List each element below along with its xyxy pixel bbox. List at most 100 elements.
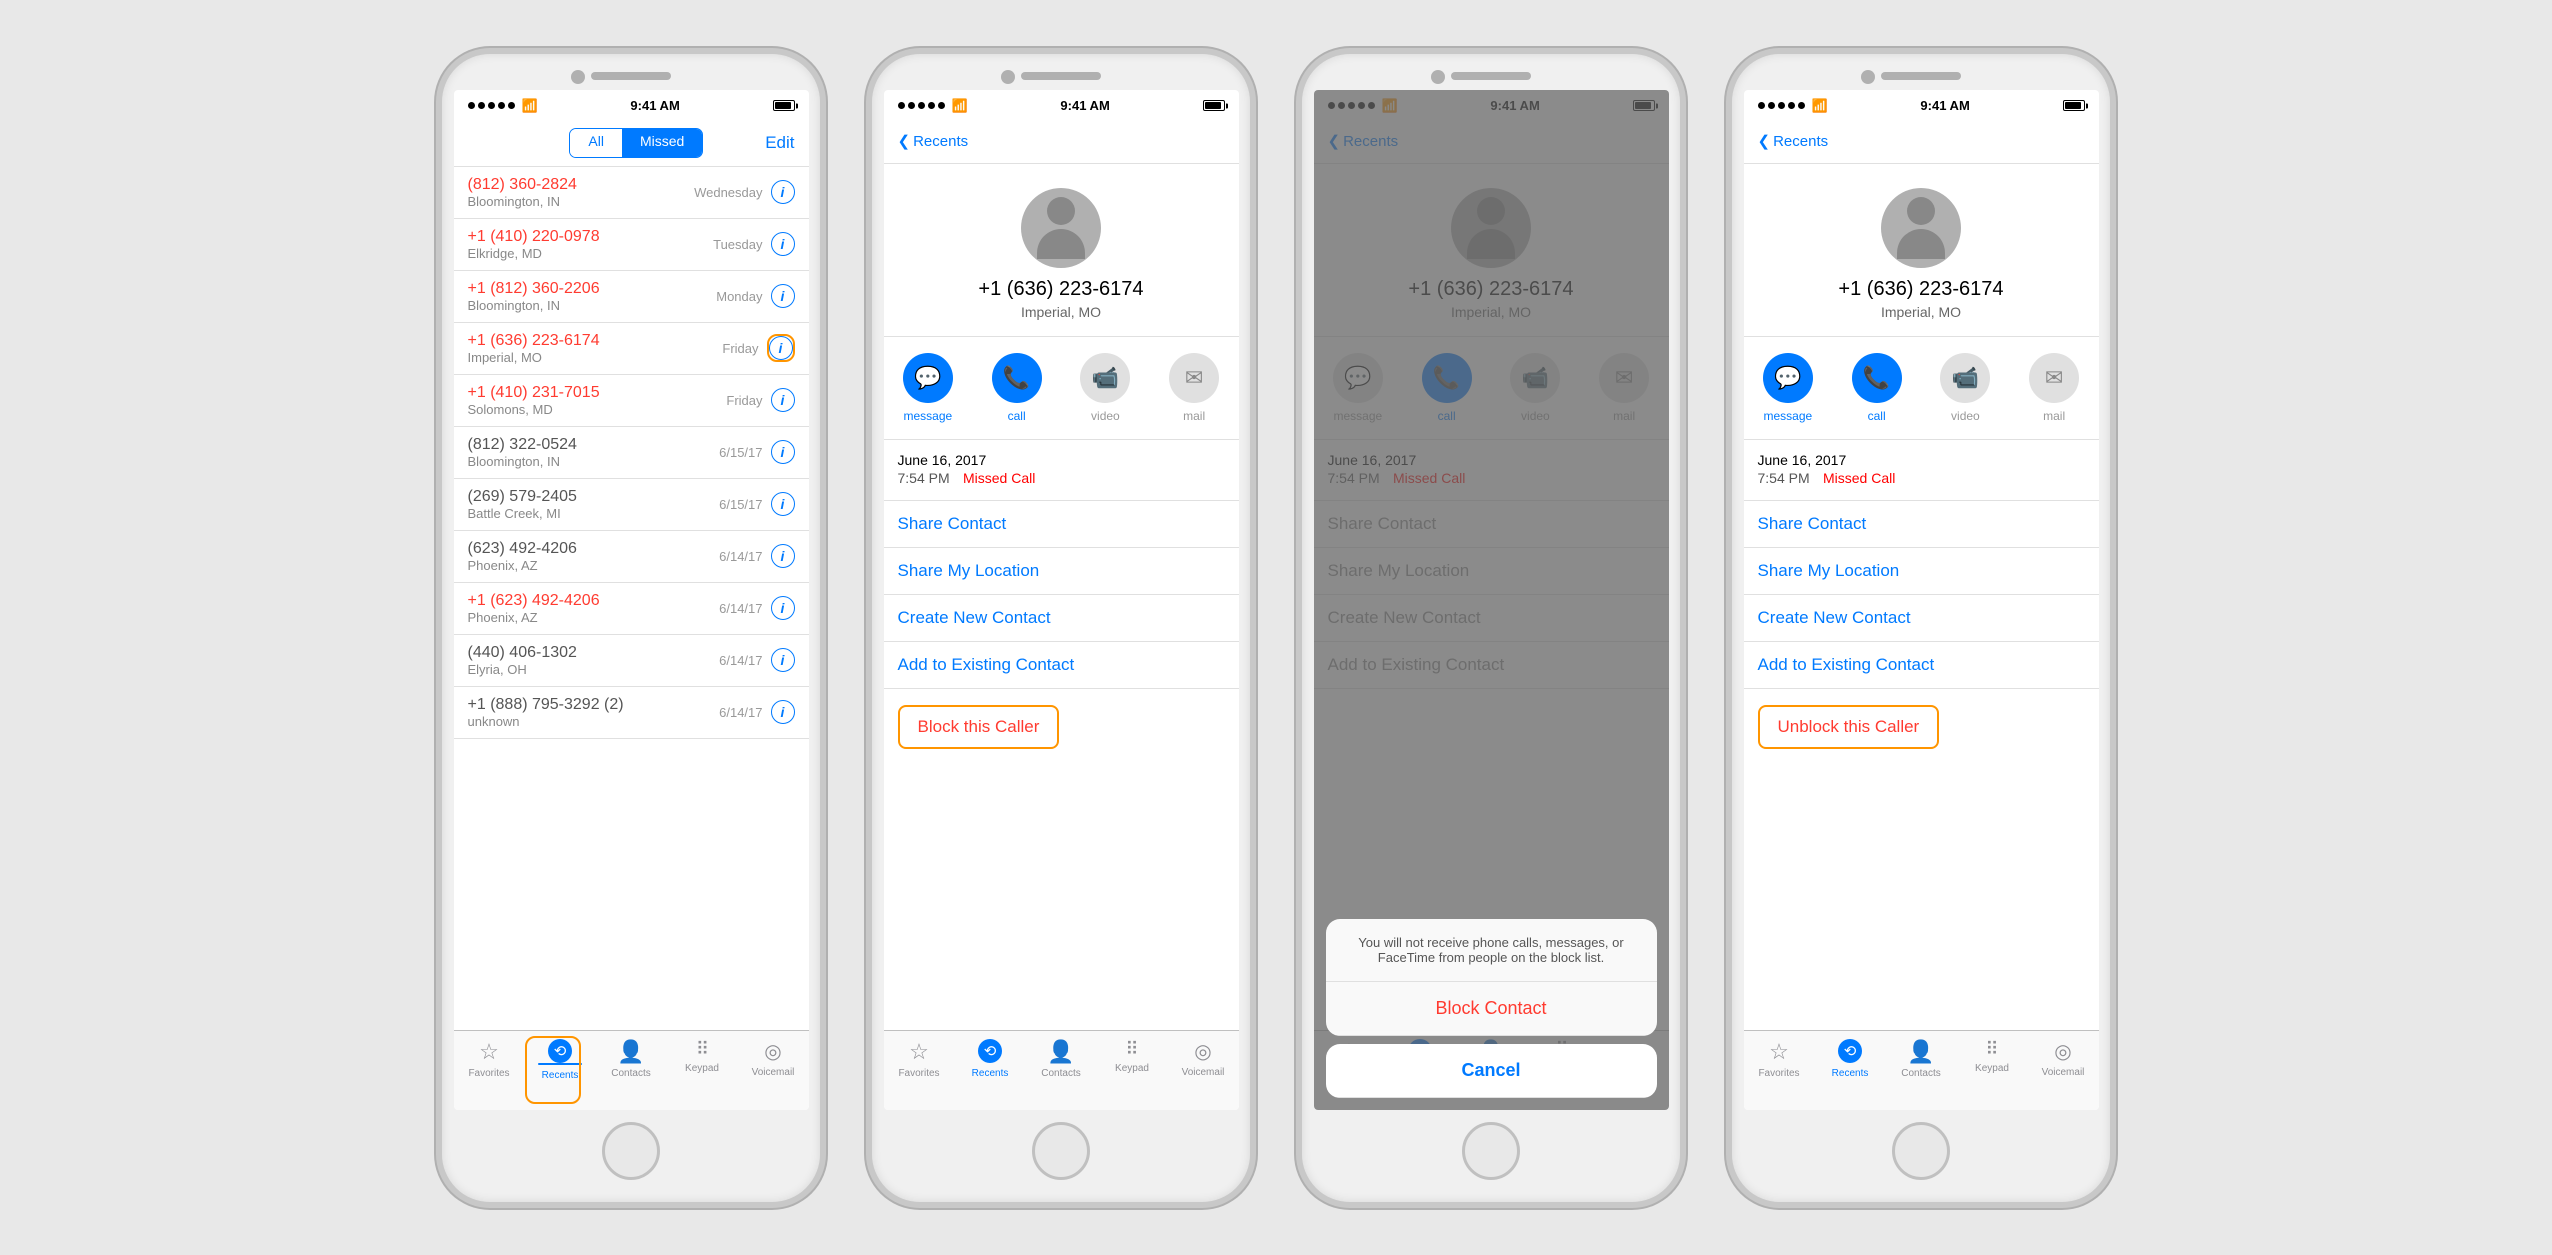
tab-bar-2: ☆ Favorites ⟲ Recents 👤 Contacts ⠿ Keypa… (884, 1030, 1239, 1110)
add-existing-2[interactable]: Add to Existing Contact (884, 642, 1239, 689)
all-tab[interactable]: All (570, 129, 622, 157)
mail-action-4[interactable]: ✉ mail (2020, 353, 2089, 423)
message-action-4[interactable]: 💬 message (1754, 353, 1823, 423)
tab-voicemail[interactable]: ◎ Voicemail (738, 1039, 809, 1078)
share-location-4[interactable]: Share My Location (1744, 548, 2099, 595)
tab-contacts-4[interactable]: 👤 Contacts (1886, 1039, 1957, 1079)
status-bar: 📶 9:41 AM (454, 90, 809, 120)
tab-contacts-2[interactable]: 👤 Contacts (1026, 1039, 1097, 1079)
modal-message: You will not receive phone calls, messag… (1326, 919, 1657, 982)
info-btn-9[interactable]: i (771, 648, 795, 672)
unblock-btn-container: Unblock this Caller (1744, 689, 2099, 765)
missed-tab[interactable]: Missed (622, 129, 702, 157)
tab-recents-label-4: Recents (1832, 1068, 1869, 1079)
tab-keypad-4[interactable]: ⠿ Keypad (1957, 1039, 2028, 1074)
home-button-4[interactable] (1892, 1122, 1950, 1180)
voicemail-icon-2: ◎ (1194, 1039, 1211, 1064)
cancel-btn[interactable]: Cancel (1326, 1044, 1657, 1098)
edit-button[interactable]: Edit (765, 133, 794, 153)
avatar-2 (1021, 188, 1101, 268)
tab-bar: ☆ Favorites ⟲ Recents 👤 Contacts ⠿ Keypa… (454, 1030, 809, 1110)
call-action-2[interactable]: 📞 call (982, 353, 1051, 423)
tab-voicemail-4[interactable]: ◎ Voicemail (2028, 1039, 2099, 1078)
call-action-4[interactable]: 📞 call (1842, 353, 1911, 423)
home-button-2[interactable] (1032, 1122, 1090, 1180)
share-contact-2[interactable]: Share Contact (884, 501, 1239, 548)
recent-loc-4: Solomons, MD (468, 402, 727, 417)
video-label-4: video (1951, 409, 1980, 423)
signal-area: 📶 (468, 98, 538, 114)
info-btn-4[interactable]: i (771, 388, 795, 412)
recent-item-5: (812) 322-0524 Bloomington, IN 6/15/17 i (454, 427, 809, 479)
battery-area (773, 100, 795, 111)
unblock-outline: Unblock this Caller (1758, 705, 1940, 749)
info-btn-0[interactable]: i (771, 180, 795, 204)
mail-action-2[interactable]: ✉ mail (1160, 353, 1229, 423)
recent-date-1: Tuesday (713, 237, 762, 252)
tab-contacts[interactable]: 👤 Contacts (596, 1039, 667, 1079)
recent-name-9: (440) 406-1302 (468, 644, 720, 662)
video-action-4[interactable]: 📹 video (1931, 353, 2000, 423)
recent-loc-0: Bloomington, IN (468, 194, 695, 209)
tab-contacts-label-2: Contacts (1041, 1068, 1080, 1079)
recents-tab-highlight (525, 1036, 582, 1104)
favorites-icon: ☆ (479, 1039, 499, 1065)
phone-speaker-4 (1881, 72, 1961, 80)
recent-name-4: +1 (410) 231-7015 (468, 384, 727, 402)
tab-favorites-2[interactable]: ☆ Favorites (884, 1039, 955, 1079)
tab-keypad[interactable]: ⠿ Keypad (667, 1039, 738, 1074)
add-existing-4[interactable]: Add to Existing Contact (1744, 642, 2099, 689)
favorites-icon-2: ☆ (909, 1039, 929, 1065)
message-action-2[interactable]: 💬 message (894, 353, 963, 423)
block-btn-container-2: Block this Caller (884, 689, 1239, 765)
info-btn-2[interactable]: i (771, 284, 795, 308)
share-location-2[interactable]: Share My Location (884, 548, 1239, 595)
tab-voicemail-2[interactable]: ◎ Voicemail (1168, 1039, 1239, 1078)
video-icon-4: 📹 (1940, 353, 1990, 403)
info-btn-5[interactable]: i (771, 440, 795, 464)
info-btn-8[interactable]: i (771, 596, 795, 620)
phone-camera-3 (1431, 70, 1445, 84)
back-button-4[interactable]: ❮ Recents (1758, 132, 1829, 150)
message-icon-4: 💬 (1763, 353, 1813, 403)
call-time-2: 7:54 PM (898, 470, 950, 486)
tab-keypad-2[interactable]: ⠿ Keypad (1097, 1039, 1168, 1074)
recent-loc-5: Bloomington, IN (468, 454, 720, 469)
voicemail-icon: ◎ (764, 1039, 781, 1064)
back-chevron-2: ❮ (898, 132, 911, 150)
unblock-caller-button[interactable]: Unblock this Caller (1760, 707, 1938, 747)
back-button-2[interactable]: ❮ Recents (898, 132, 969, 150)
status-time-4: 9:41 AM (1920, 98, 1969, 113)
tab-favorites-4[interactable]: ☆ Favorites (1744, 1039, 1815, 1079)
block-contact-btn[interactable]: Block Contact (1326, 982, 1657, 1036)
video-action-2[interactable]: 📹 video (1071, 353, 1140, 423)
create-contact-2[interactable]: Create New Contact (884, 595, 1239, 642)
recent-loc-6: Battle Creek, MI (468, 506, 720, 521)
info-btn-10[interactable]: i (771, 700, 795, 724)
segmented-control[interactable]: All Missed (569, 128, 703, 158)
info-btn-7[interactable]: i (771, 544, 795, 568)
phone-1-screen: 📶 9:41 AM All Missed Edit (812) 360-2824… (454, 90, 809, 1110)
create-contact-4[interactable]: Create New Contact (1744, 595, 2099, 642)
recent-item-0: (812) 360-2824 Bloomington, IN Wednesday… (454, 167, 809, 219)
tab-keypad-label: Keypad (685, 1063, 719, 1074)
tab-recents-2[interactable]: ⟲ Recents (955, 1039, 1026, 1079)
back-chevron-4: ❮ (1758, 132, 1771, 150)
tab-favorites[interactable]: ☆ Favorites (454, 1039, 525, 1079)
contact-name-4: +1 (636) 223-6174 (1838, 278, 2003, 301)
highlighted-info-wrapper: i (767, 334, 795, 362)
tab-keypad-label-4: Keypad (1975, 1063, 2009, 1074)
call-label-2: call (1008, 409, 1026, 423)
info-btn-6[interactable]: i (771, 492, 795, 516)
recent-loc-1: Elkridge, MD (468, 246, 714, 261)
home-button[interactable] (602, 1122, 660, 1180)
info-btn-3[interactable]: i (769, 336, 793, 360)
block-caller-button-2[interactable]: Block this Caller (900, 707, 1058, 747)
phone-speaker-2 (1021, 72, 1101, 80)
info-btn-1[interactable]: i (771, 232, 795, 256)
recent-loc-9: Elyria, OH (468, 662, 720, 677)
share-contact-4[interactable]: Share Contact (1744, 501, 2099, 548)
call-type-2: Missed Call (963, 470, 1035, 486)
home-button-3[interactable] (1462, 1122, 1520, 1180)
tab-recents-4[interactable]: ⟲ Recents (1815, 1039, 1886, 1079)
